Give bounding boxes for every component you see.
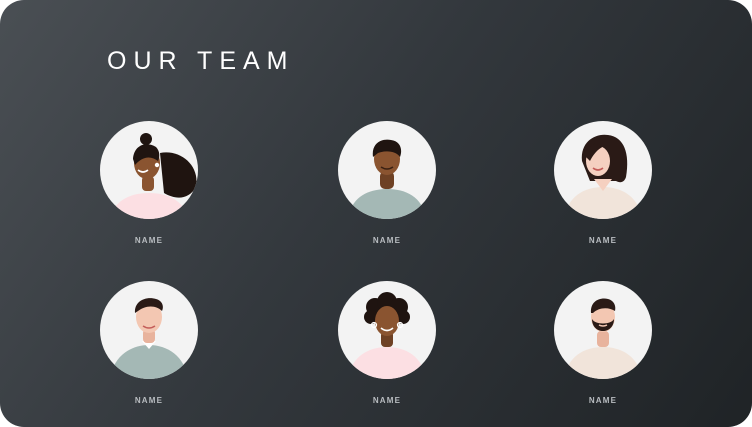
member-name: NAME: [134, 396, 164, 405]
woman-ponytail-avatar-icon: [100, 121, 198, 219]
woman-curly-hair-avatar-icon: [338, 281, 436, 379]
member-name: NAME: [134, 236, 164, 245]
team-card: OUR TEAM NAME NAME NAME NAME NAME NAME: [0, 0, 752, 427]
section-title: OUR TEAM: [107, 47, 295, 75]
member-name: NAME: [372, 396, 402, 405]
member-name: NAME: [372, 236, 402, 245]
team-member[interactable]: NAME: [337, 281, 437, 406]
man-collared-shirt-avatar-icon: [100, 281, 198, 379]
woman-long-hair-avatar-icon: [554, 121, 652, 219]
team-member[interactable]: NAME: [553, 281, 653, 406]
team-member[interactable]: NAME: [337, 121, 437, 246]
team-member[interactable]: NAME: [553, 121, 653, 246]
member-name: NAME: [588, 236, 618, 245]
team-member[interactable]: NAME: [99, 281, 199, 406]
man-short-hair-avatar-icon: [338, 121, 436, 219]
team-member[interactable]: NAME: [99, 121, 199, 246]
man-beard-avatar-icon: [554, 281, 652, 379]
member-name: NAME: [588, 396, 618, 405]
